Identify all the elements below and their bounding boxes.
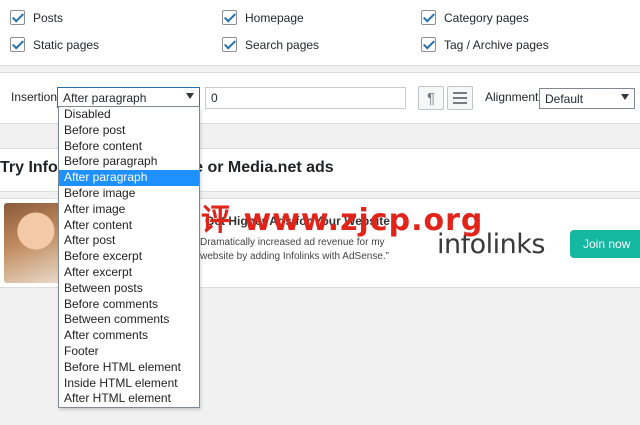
chevron-down-icon xyxy=(186,93,194,99)
checkbox-label: Tag / Archive pages xyxy=(444,37,549,52)
checkbox-static-pages[interactable]: Static pages xyxy=(10,37,99,52)
checkbox-category-pages[interactable]: Category pages xyxy=(421,10,529,25)
insertion-number-input[interactable]: 0 xyxy=(205,87,406,109)
dropdown-option[interactable]: Inside HTML element xyxy=(59,376,199,392)
dropdown-option[interactable]: After image xyxy=(59,202,199,218)
insertion-label: Insertion xyxy=(11,90,58,104)
dropdown-option[interactable]: Before HTML element xyxy=(59,360,199,376)
dropdown-option[interactable]: Footer xyxy=(59,344,199,360)
checkbox-label: Posts xyxy=(33,10,64,25)
checkbox-search-pages[interactable]: Search pages xyxy=(222,37,319,52)
checkbox-checked-icon[interactable] xyxy=(10,10,25,25)
dropdown-option[interactable]: Disabled xyxy=(59,107,199,123)
checkbox-label: Category pages xyxy=(444,10,529,25)
display-options-panel: Posts Homepage Category pages Static pag… xyxy=(0,0,640,66)
checkbox-checked-icon[interactable] xyxy=(222,10,237,25)
dropdown-option[interactable]: Before image xyxy=(59,186,199,202)
dropdown-option[interactable]: Between comments xyxy=(59,312,199,328)
dropdown-option[interactable]: Before content xyxy=(59,139,199,155)
checkbox-checked-icon[interactable] xyxy=(10,37,25,52)
ad-banner-text: website by adding Infolinks with AdSense… xyxy=(200,251,389,262)
checkbox-label: Homepage xyxy=(245,10,304,25)
dropdown-option[interactable]: After comments xyxy=(59,328,199,344)
insertion-dropdown-list[interactable]: Disabled Before post Before content Before … xyxy=(58,106,200,408)
insertion-select-value: After paragraph xyxy=(63,91,147,105)
insertion-select[interactable]: After paragraph xyxy=(57,87,200,108)
alignment-label: Alignment xyxy=(485,90,539,104)
checkbox-checked-icon[interactable] xyxy=(421,10,436,25)
dropdown-option[interactable]: After excerpt xyxy=(59,265,199,281)
list-icon xyxy=(453,92,467,104)
dropdown-option[interactable]: Between posts xyxy=(59,281,199,297)
alignment-select[interactable]: Default xyxy=(539,88,635,109)
dropdown-option[interactable]: After HTML element xyxy=(59,391,199,407)
dropdown-option[interactable]: After content xyxy=(59,218,199,234)
join-now-button[interactable]: Join now xyxy=(570,230,640,258)
chevron-down-icon xyxy=(621,94,629,100)
alignment-select-value: Default xyxy=(545,92,584,106)
dropdown-option[interactable]: Before paragraph xyxy=(59,154,199,170)
dropdown-option[interactable]: Before excerpt xyxy=(59,249,199,265)
pilcrow-icon: ¶ xyxy=(426,89,436,107)
dropdown-option[interactable]: After post xyxy=(59,233,199,249)
dropdown-option[interactable]: After paragraph xyxy=(59,170,199,186)
checkbox-posts[interactable]: Posts xyxy=(10,10,63,25)
ad-photo xyxy=(4,203,62,283)
checkbox-homepage[interactable]: Homepage xyxy=(222,10,304,25)
dropdown-option[interactable]: Before post xyxy=(59,123,199,139)
checkbox-tag-archive-pages[interactable]: Tag / Archive pages xyxy=(421,37,549,52)
checkbox-checked-icon[interactable] xyxy=(222,37,237,52)
checkbox-label: Search pages xyxy=(245,37,320,52)
checkbox-label: Static pages xyxy=(33,37,100,52)
paragraph-button[interactable]: ¶ xyxy=(418,86,444,110)
dropdown-option[interactable]: Before comments xyxy=(59,297,199,313)
checkbox-checked-icon[interactable] xyxy=(421,37,436,52)
list-button[interactable] xyxy=(447,86,473,110)
